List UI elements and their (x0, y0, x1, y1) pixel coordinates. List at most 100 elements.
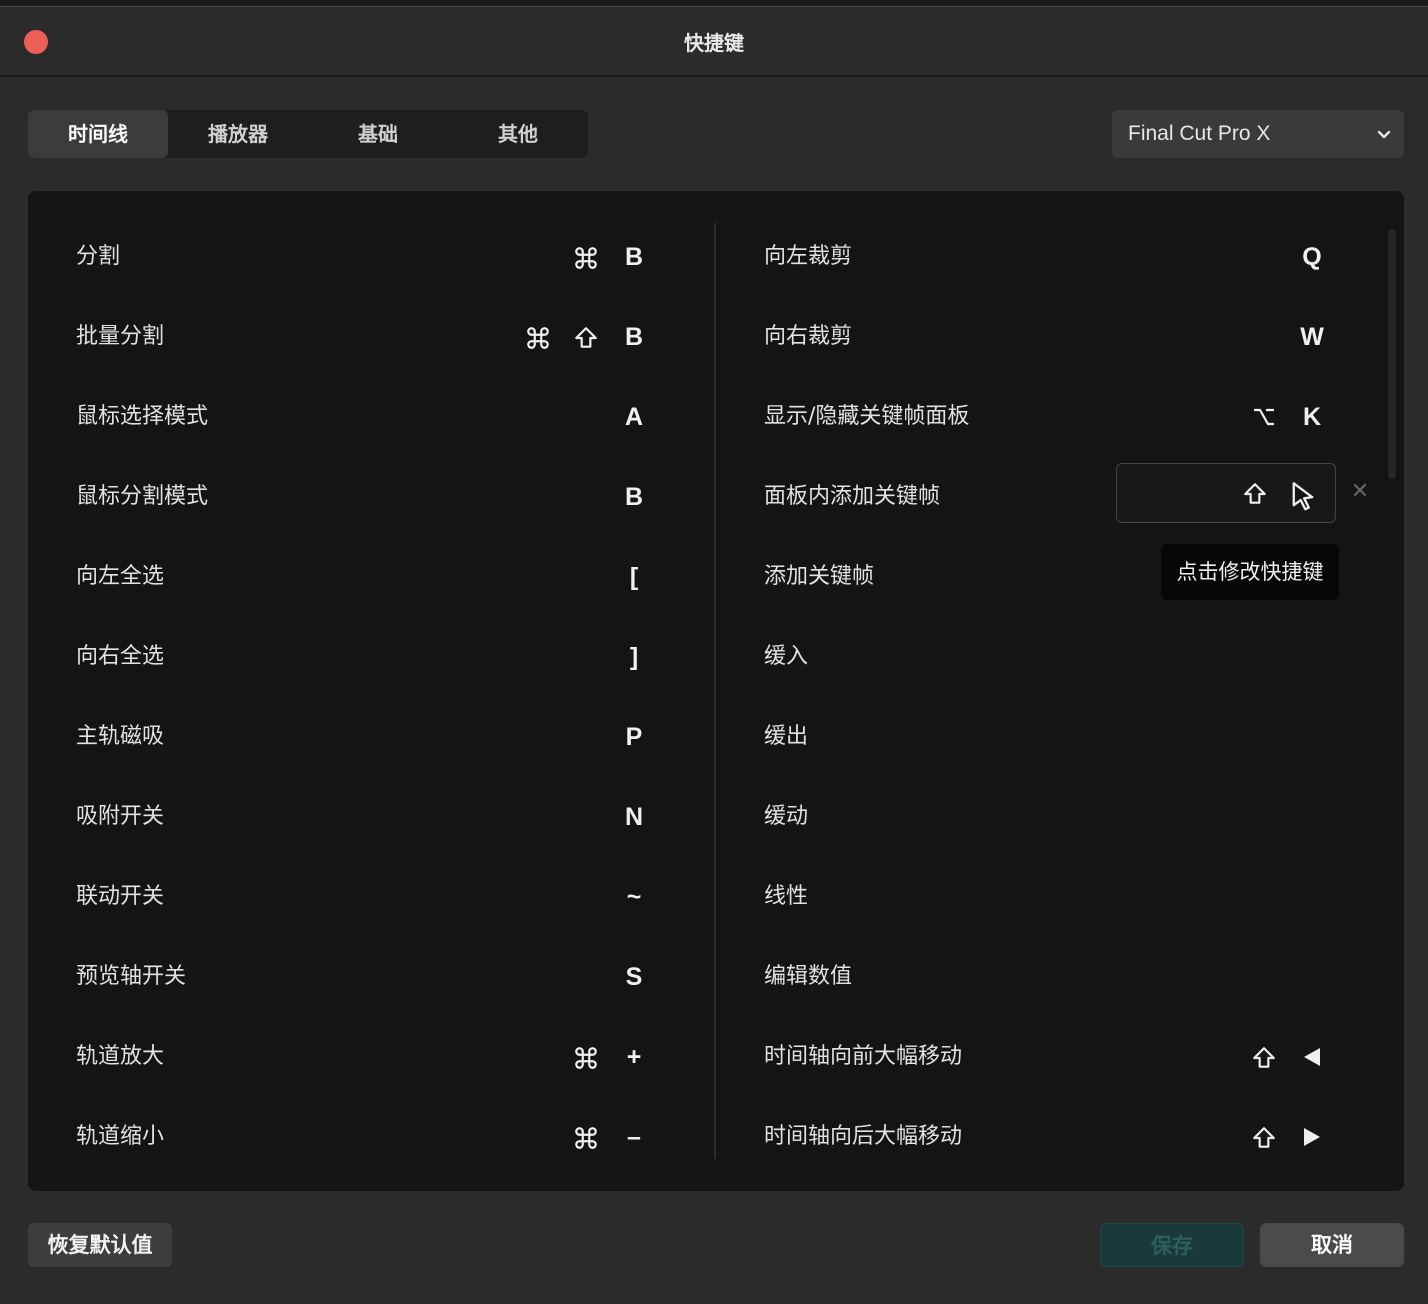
command-icon (514, 317, 562, 357)
key-combo: B (514, 317, 658, 357)
shortcut-row[interactable]: 鼠标选择模式 A (76, 397, 658, 477)
tab-player[interactable]: 播放器 (168, 110, 308, 158)
preset-dropdown[interactable]: Final Cut Pro X (1112, 110, 1404, 158)
command-icon (562, 1037, 610, 1077)
shift-icon (562, 317, 610, 357)
shortcut-row[interactable]: 编辑数值 (764, 957, 1336, 1037)
shortcut-row[interactable]: 添加关键帧 (764, 557, 1336, 637)
shortcut-row[interactable]: 鼠标分割模式 B (76, 477, 658, 557)
key-glyph: B (624, 483, 644, 511)
key-combo: Q (1288, 237, 1336, 277)
key-combo: + (562, 1037, 658, 1077)
shortcut-row[interactable]: 缓出 (764, 717, 1336, 797)
dialog-title: 快捷键 (684, 31, 744, 55)
shortcut-row[interactable]: 时间轴向后大幅移动 (764, 1117, 1336, 1197)
shortcut-label: 时间轴向后大幅移动 (764, 1124, 963, 1149)
shortcut-row[interactable]: 时间轴向前大幅移动 (764, 1037, 1336, 1117)
shortcut-label: 面板内添加关键帧 (764, 484, 941, 509)
shortcut-row[interactable]: 向左全选 [ (76, 557, 658, 637)
clear-shortcut-icon[interactable]: ✕ (1346, 477, 1374, 507)
key-glyph: ] (629, 643, 639, 671)
key-glyph: S (625, 963, 643, 991)
key-combo: A (610, 397, 658, 437)
shortcut-label: 鼠标分割模式 (76, 484, 209, 509)
tab-timeline[interactable]: 时间线 (28, 110, 168, 158)
shortcuts-dialog: 快捷键 时间线 播放器 基础 其他 Final Cut Pro X ✕ 点击修改… (0, 6, 1428, 1304)
key-combo: K (1240, 397, 1336, 437)
shortcut-row[interactable]: 批量分割 B (76, 317, 658, 397)
shortcut-row[interactable]: 显示/隐藏关键帧面板 K (764, 397, 1336, 477)
command-icon (562, 237, 610, 277)
key-glyph: Q (1302, 243, 1322, 271)
key-glyph: [ (629, 563, 639, 591)
key-combo: N (610, 797, 658, 837)
shortcut-row[interactable]: 主轨磁吸 P (76, 717, 658, 797)
key-combo (1240, 1037, 1336, 1077)
shortcut-row[interactable]: 分割 B (76, 237, 658, 317)
key-combo: B (562, 237, 658, 277)
preset-selected-value: Final Cut Pro X (1128, 122, 1271, 145)
shortcut-label: 鼠标选择模式 (76, 404, 209, 429)
cancel-button[interactable]: 取消 (1260, 1223, 1404, 1267)
command-icon (562, 1117, 610, 1157)
shortcut-label: 批量分割 (76, 324, 165, 349)
shortcut-label: 缓动 (764, 804, 809, 829)
key-combo: B (610, 477, 658, 517)
shortcut-label: 缓出 (764, 724, 809, 749)
key-glyph: N (624, 803, 644, 831)
shortcut-label: 缓入 (764, 644, 809, 669)
option-icon (1240, 397, 1288, 437)
key-combo: – (562, 1117, 658, 1157)
category-tabs: 时间线 播放器 基础 其他 (28, 110, 588, 158)
tab-basic[interactable]: 基础 (308, 110, 448, 158)
shortcut-label: 分割 (76, 244, 121, 269)
key-glyph: + (626, 1043, 642, 1071)
chevron-down-icon (1377, 130, 1391, 139)
shortcut-label: 吸附开关 (76, 804, 165, 829)
key-glyph: P (625, 723, 643, 751)
key-combo: ~ (610, 877, 658, 917)
key-glyph: B (624, 243, 644, 271)
reset-defaults-button[interactable]: 恢复默认值 (28, 1223, 172, 1267)
shortcut-row[interactable]: 向右全选] (76, 637, 658, 717)
shortcut-row[interactable]: 向右裁剪 W (764, 317, 1336, 397)
shortcut-row[interactable]: 联动开关 ~ (76, 877, 658, 957)
key-glyph: K (1302, 403, 1322, 431)
shortcut-label: 线性 (764, 884, 809, 909)
shortcut-label: 显示/隐藏关键帧面板 (764, 404, 970, 429)
key-combo: [ (610, 557, 658, 597)
key-glyph: B (624, 323, 644, 351)
key-combo: S (610, 957, 658, 997)
key-combo: P (610, 717, 658, 757)
shortcut-row[interactable]: 预览轴开关 S (76, 957, 658, 1037)
shortcut-row[interactable]: 缓入 (764, 637, 1336, 717)
shortcut-label: 轨道放大 (76, 1044, 165, 1069)
shortcut-label: 预览轴开关 (76, 964, 187, 989)
shortcut-row[interactable]: 吸附开关 N (76, 797, 658, 877)
title-bar: 快捷键 (0, 7, 1428, 77)
shortcut-label: 联动开关 (76, 884, 165, 909)
key-glyph: – (627, 1123, 641, 1151)
shortcut-label: 向左全选 (76, 564, 165, 589)
save-button[interactable]: 保存 (1100, 1223, 1244, 1267)
right-triangle-icon (1288, 1117, 1336, 1157)
shortcut-label: 轨道缩小 (76, 1124, 165, 1149)
shortcut-label: 向左裁剪 (764, 244, 853, 269)
shortcut-row[interactable]: 向左裁剪 Q (764, 237, 1336, 317)
shortcut-label: 添加关键帧 (764, 564, 875, 589)
shortcut-row[interactable]: 轨道放大 + (76, 1037, 658, 1117)
scrollbar[interactable] (1388, 229, 1396, 479)
shortcut-row[interactable]: 缓动 (764, 797, 1336, 877)
shortcut-row[interactable]: 轨道缩小 – (76, 1117, 658, 1197)
tab-other[interactable]: 其他 (448, 110, 588, 158)
column-divider (714, 223, 716, 1159)
shortcut-label: 主轨磁吸 (76, 724, 165, 749)
key-combo (1240, 1117, 1336, 1157)
key-glyph: ~ (626, 883, 642, 911)
shortcut-label: 编辑数值 (764, 964, 853, 989)
shift-icon (1240, 1037, 1288, 1077)
key-glyph: A (624, 403, 644, 431)
shortcut-row[interactable]: 面板内添加关键帧 (764, 477, 1336, 557)
shortcut-row[interactable]: 线性 (764, 877, 1336, 957)
shortcut-label: 向右裁剪 (764, 324, 853, 349)
